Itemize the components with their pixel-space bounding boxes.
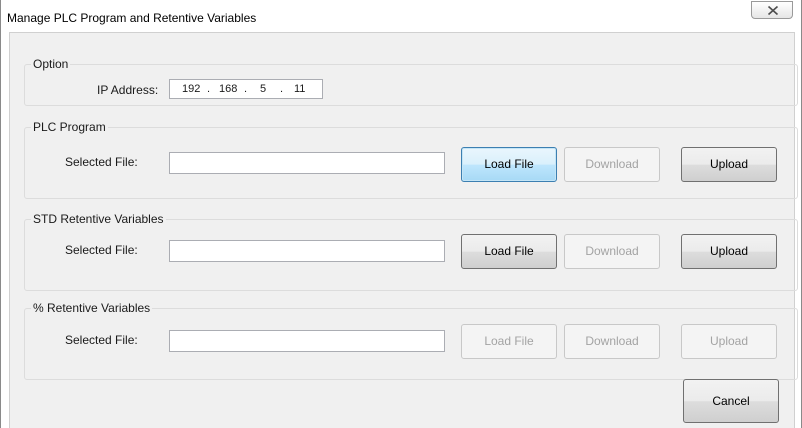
std-retentive-group: STD Retentive Variables Selected File: L… (24, 212, 798, 291)
plc-download-button[interactable]: Download (564, 147, 660, 182)
pct-selected-file-label: Selected File: (65, 333, 138, 347)
plc-program-group-title: PLC Program (31, 120, 108, 134)
pct-retentive-group: % Retentive Variables Selected File: Loa… (24, 301, 798, 380)
plc-selected-file-field[interactable] (169, 152, 445, 174)
window-title: Manage PLC Program and Retentive Variabl… (7, 11, 257, 25)
plc-program-group: PLC Program Selected File: Load File Dow… (24, 120, 798, 199)
std-load-file-button[interactable]: Load File (461, 234, 557, 269)
pct-load-file-button[interactable]: Load File (461, 324, 557, 359)
dialog-window: Manage PLC Program and Retentive Variabl… (0, 0, 802, 428)
ip-octet-1[interactable]: 192 (182, 83, 200, 95)
plc-load-file-button[interactable]: Load File (461, 147, 557, 182)
std-retentive-group-title: STD Retentive Variables (31, 212, 166, 226)
ip-octet-2[interactable]: 168 (219, 83, 237, 95)
pct-download-button[interactable]: Download (564, 324, 660, 359)
close-button[interactable] (751, 1, 793, 19)
ip-dot-3: . (280, 83, 284, 95)
ip-address-input[interactable]: 192 . 168 . 5 . 11 (169, 79, 323, 99)
plc-selected-file-label: Selected File: (65, 155, 138, 169)
title-bar: Manage PLC Program and Retentive Variabl… (1, 0, 801, 32)
plc-upload-button[interactable]: Upload (681, 147, 777, 182)
ip-address-label: IP Address: (97, 83, 159, 97)
close-icon (767, 5, 779, 16)
pct-selected-file-field[interactable] (169, 330, 445, 352)
std-download-button[interactable]: Download (564, 234, 660, 269)
pct-retentive-group-title: % Retentive Variables (31, 301, 153, 315)
ip-octet-4[interactable]: 11 (294, 83, 305, 95)
cancel-button[interactable]: Cancel (683, 379, 779, 423)
option-group: Option IP Address: 192 . 168 . 5 . 11 (24, 57, 798, 106)
pct-upload-button[interactable]: Upload (681, 324, 777, 359)
std-selected-file-field[interactable] (169, 240, 445, 262)
ip-octet-3[interactable]: 5 (260, 83, 266, 95)
std-selected-file-label: Selected File: (65, 243, 138, 257)
ip-dot-1: . (207, 83, 211, 95)
dialog-client-area: Option IP Address: 192 . 168 . 5 . 11 PL… (9, 32, 798, 428)
option-group-title: Option (31, 57, 71, 71)
std-upload-button[interactable]: Upload (681, 234, 777, 269)
ip-dot-2: . (244, 83, 248, 95)
